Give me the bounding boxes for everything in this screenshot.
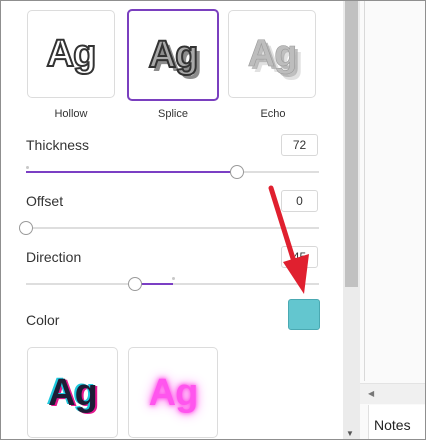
style-echo-label: Echo <box>260 108 286 120</box>
hollow-preview: Ag <box>46 33 98 75</box>
color-label: Color <box>26 312 60 328</box>
scroll-down-arrow-icon[interactable]: ▼ <box>346 429 354 438</box>
direction-slider-tick <box>172 277 175 280</box>
style-splice-tile[interactable]: Ag <box>127 9 219 101</box>
effects-panel: Ag Hollow Ag Splice Ag Echo Thickness 72… <box>1 1 343 439</box>
thickness-label: Thickness <box>26 137 90 153</box>
style-hollow-tile[interactable]: Ag <box>27 10 115 98</box>
app-window: Ag Hollow Ag Splice Ag Echo Thickness 72… <box>0 0 426 440</box>
notes-tab-label: Notes <box>374 417 411 433</box>
style-echo-tile[interactable]: Ag <box>228 10 316 98</box>
direction-input[interactable]: 45 <box>281 246 318 268</box>
direction-slider-thumb[interactable] <box>128 277 142 291</box>
echo-preview: Ag <box>247 33 297 75</box>
style-glitch-tile[interactable]: Ag <box>27 347 118 438</box>
glitch-preview: Ag <box>48 371 98 414</box>
style-neon-tile[interactable]: Ag <box>128 347 218 438</box>
thickness-slider-thumb[interactable] <box>230 165 244 179</box>
direction-label: Direction <box>26 249 82 265</box>
neon-preview: Ag <box>148 371 199 414</box>
color-swatch[interactable] <box>288 299 320 330</box>
thickness-slider-tick <box>26 166 29 169</box>
scroll-left-arrow-icon[interactable]: ◀ <box>368 389 374 398</box>
offset-input[interactable]: 0 <box>281 190 318 212</box>
thickness-slider-fill <box>26 171 237 173</box>
document-border <box>364 1 365 381</box>
offset-slider-track[interactable] <box>26 227 319 229</box>
document-area: ◀ Notes <box>360 1 425 439</box>
offset-slider-thumb[interactable] <box>19 221 33 235</box>
panel-scrollbar[interactable]: ▼ <box>343 1 360 439</box>
panel-scrollbar-thumb[interactable] <box>345 1 358 287</box>
style-hollow-label: Hollow <box>54 108 88 120</box>
offset-label: Offset <box>26 193 64 209</box>
splice-preview: Ag <box>148 34 200 76</box>
style-splice-label: Splice <box>158 108 188 120</box>
thickness-input[interactable]: 72 <box>281 134 318 156</box>
